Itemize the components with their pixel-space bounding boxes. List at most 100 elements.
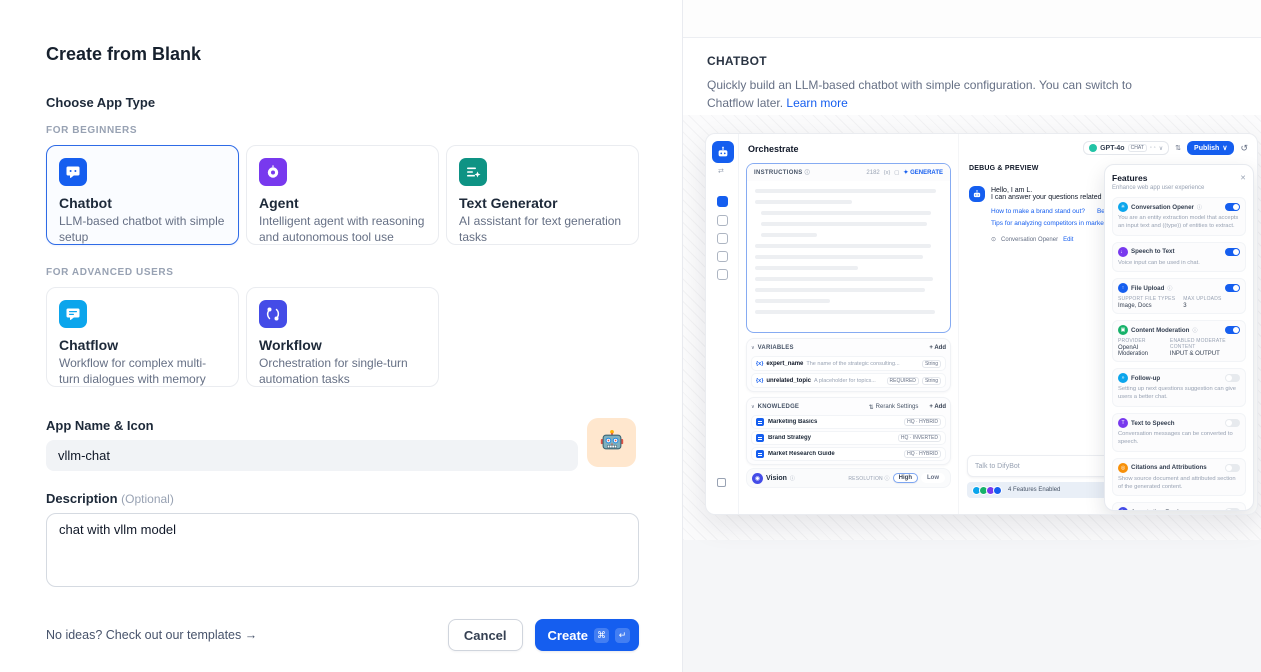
- close-icon: ✕: [1240, 174, 1246, 182]
- card-title: Workflow: [259, 337, 426, 353]
- card-description: Orchestration for single-turn automation…: [259, 356, 426, 388]
- switch-icon: ⇄: [718, 167, 724, 175]
- app-name-block: App Name & Icon: [46, 418, 636, 471]
- card-title: Agent: [259, 195, 426, 211]
- feature-item: » Follow-up Setting up next questions su…: [1112, 368, 1246, 407]
- bot-avatar-icon: [969, 186, 985, 202]
- feature-item: ✎ Annotation Reply: [1112, 502, 1246, 511]
- templates-link[interactable]: No ideas? Check out our templates →: [46, 628, 257, 642]
- app-type-card-chatbot[interactable]: Chatbot LLM-based chatbot with simple se…: [46, 145, 239, 245]
- chatbot-icon: [59, 158, 87, 186]
- variable-icon: {x}: [884, 170, 890, 176]
- preview-nav-icon-3: [717, 233, 728, 244]
- text-to-speech-icon: T: [1118, 418, 1128, 428]
- create-button[interactable]: Create ⌘ ↵: [535, 619, 639, 651]
- file-upload-icon: ↑: [1118, 283, 1128, 293]
- create-from-blank-panel: Create from Blank Choose App Type FOR BE…: [0, 0, 683, 672]
- preview-nav-icon-2: [717, 215, 728, 226]
- generate-label: GENERATE: [910, 170, 943, 176]
- variables-panel: ∨ VARIABLES + Add {x} expert_name The na…: [746, 338, 951, 392]
- index-mode-tag: HQ · HYBRID: [904, 418, 941, 426]
- preview-nav-icon-4: [717, 251, 728, 262]
- learn-more-link[interactable]: Learn more: [786, 96, 847, 110]
- app-type-card-workflow[interactable]: Workflow Orchestration for single-turn a…: [246, 287, 439, 387]
- knowledge-title: KNOWLEDGE: [758, 404, 799, 410]
- index-mode-tag: HQ · INVERTED: [898, 434, 941, 442]
- char-count: 2182: [866, 170, 879, 176]
- type-tag: String: [922, 360, 941, 368]
- right-top-strip: [683, 0, 1261, 38]
- debug-preview-title: DEBUG & PREVIEW: [969, 165, 1039, 172]
- features-title: Features: [1112, 173, 1147, 183]
- toggle-off: [1225, 374, 1240, 382]
- text-generator-icon: [459, 158, 487, 186]
- suggestion-link: How to make a brand stand out?: [991, 208, 1085, 215]
- page-title: Create from Blank: [46, 44, 636, 65]
- cmd-key-icon: ⌘: [594, 628, 609, 643]
- robot-emoji-icon: [598, 427, 626, 458]
- knowledge-row: Market Research Guide HQ · HYBRID: [751, 447, 946, 461]
- edit-link: Edit: [1063, 237, 1073, 243]
- toggle-off: [1225, 464, 1240, 472]
- card-description: Intelligent agent with reasoning and aut…: [259, 214, 426, 246]
- for-advanced-users-label: FOR ADVANCED USERS: [46, 267, 636, 278]
- app-name-label: App Name & Icon: [46, 418, 636, 433]
- app-icon-picker-button[interactable]: [587, 418, 636, 467]
- advanced-cards: Chatflow Workflow for complex multi-turn…: [46, 287, 636, 387]
- add-variable-button: + Add: [929, 345, 946, 351]
- card-title: Chatbot: [59, 195, 226, 211]
- features-subtitle: Enhance web app user experience: [1112, 185, 1246, 191]
- info-icon: ⓘ: [790, 475, 795, 482]
- orchestrate-title: Orchestrate: [748, 144, 799, 154]
- card-title: Chatflow: [59, 337, 226, 353]
- toggle-on: [1225, 248, 1240, 256]
- enter-key-icon: ↵: [615, 628, 630, 643]
- follow-up-icon: »: [1118, 373, 1128, 383]
- description-textarea[interactable]: chat with vllm model: [46, 513, 639, 587]
- feature-item: ✳ Conversation Opener ⓘ You are an entit…: [1112, 197, 1246, 236]
- resolution-low-option: Low: [921, 473, 945, 483]
- cancel-button[interactable]: Cancel: [448, 619, 523, 651]
- info-icon: ⓘ: [1167, 285, 1172, 292]
- feature-item: ▣ Content Moderation ⓘ PROVIDER OpenAI M…: [1112, 320, 1246, 362]
- vision-bar: ◉ Vision ⓘ RESOLUTION ⓘ High Low: [746, 468, 951, 488]
- app-type-card-chatflow[interactable]: Chatflow Workflow for complex multi-turn…: [46, 287, 239, 387]
- required-tag: REQUIRED: [887, 377, 919, 385]
- resolution-high-option: High: [893, 473, 918, 483]
- variables-title: VARIABLES: [758, 345, 794, 351]
- app-name-input[interactable]: [46, 440, 578, 471]
- workflow-icon: [259, 300, 287, 328]
- knowledge-row: Marketing Basics HQ · HYBRID: [751, 415, 946, 429]
- content-moderation-icon: ▣: [1118, 325, 1128, 335]
- citations-icon: ◎: [1118, 463, 1128, 473]
- document-icon: [756, 434, 764, 442]
- toggle-on: [1225, 284, 1240, 292]
- annotation-reply-icon: ✎: [1118, 507, 1128, 511]
- conversation-opener-icon: ✳: [1118, 202, 1128, 212]
- app-type-card-agent[interactable]: Agent Intelligent agent with reasoning a…: [246, 145, 439, 245]
- info-icon: ⓘ: [805, 170, 810, 176]
- toggle-on: [1225, 203, 1240, 211]
- chatbot-info: CHATBOT Quickly build an LLM-based chatb…: [683, 38, 1261, 112]
- info-icon: ⓘ: [1192, 327, 1197, 334]
- instructions-title: INSTRUCTIONS: [754, 170, 803, 176]
- features-panel: Features ✕ Enhance web app user experien…: [1104, 164, 1254, 511]
- app-avatar-icon: [712, 141, 734, 163]
- resolution-label: RESOLUTION: [848, 476, 883, 482]
- document-icon: [756, 418, 764, 426]
- description-block: Description (Optional) chat with vllm mo…: [46, 491, 636, 592]
- card-description: Workflow for complex multi-turn dialogue…: [59, 356, 226, 388]
- footer: No ideas? Check out our templates → Canc…: [46, 619, 639, 651]
- type-tag: String: [922, 377, 941, 385]
- rerank-settings: ⇅ Rerank Settings: [869, 404, 919, 411]
- chatbot-heading: CHATBOT: [707, 54, 1235, 68]
- app-type-info-panel: CHATBOT Quickly build an LLM-based chatb…: [683, 0, 1261, 672]
- add-knowledge-button: + Add: [929, 404, 946, 410]
- chevron-down-icon: ∨: [751, 404, 755, 410]
- variable-token-icon: {x}: [756, 361, 763, 367]
- info-icon: ⓘ: [884, 476, 889, 482]
- chatbot-preview-image: ⇄ Orchestrate GPT-4o CHAT ◦ ◦ ∨ ⇅ Publis…: [705, 133, 1258, 515]
- app-type-card-text-generator[interactable]: Text Generator AI assistant for text gen…: [446, 145, 639, 245]
- feature-dot-icon: [993, 486, 1002, 495]
- variable-token-icon: {x}: [756, 378, 763, 384]
